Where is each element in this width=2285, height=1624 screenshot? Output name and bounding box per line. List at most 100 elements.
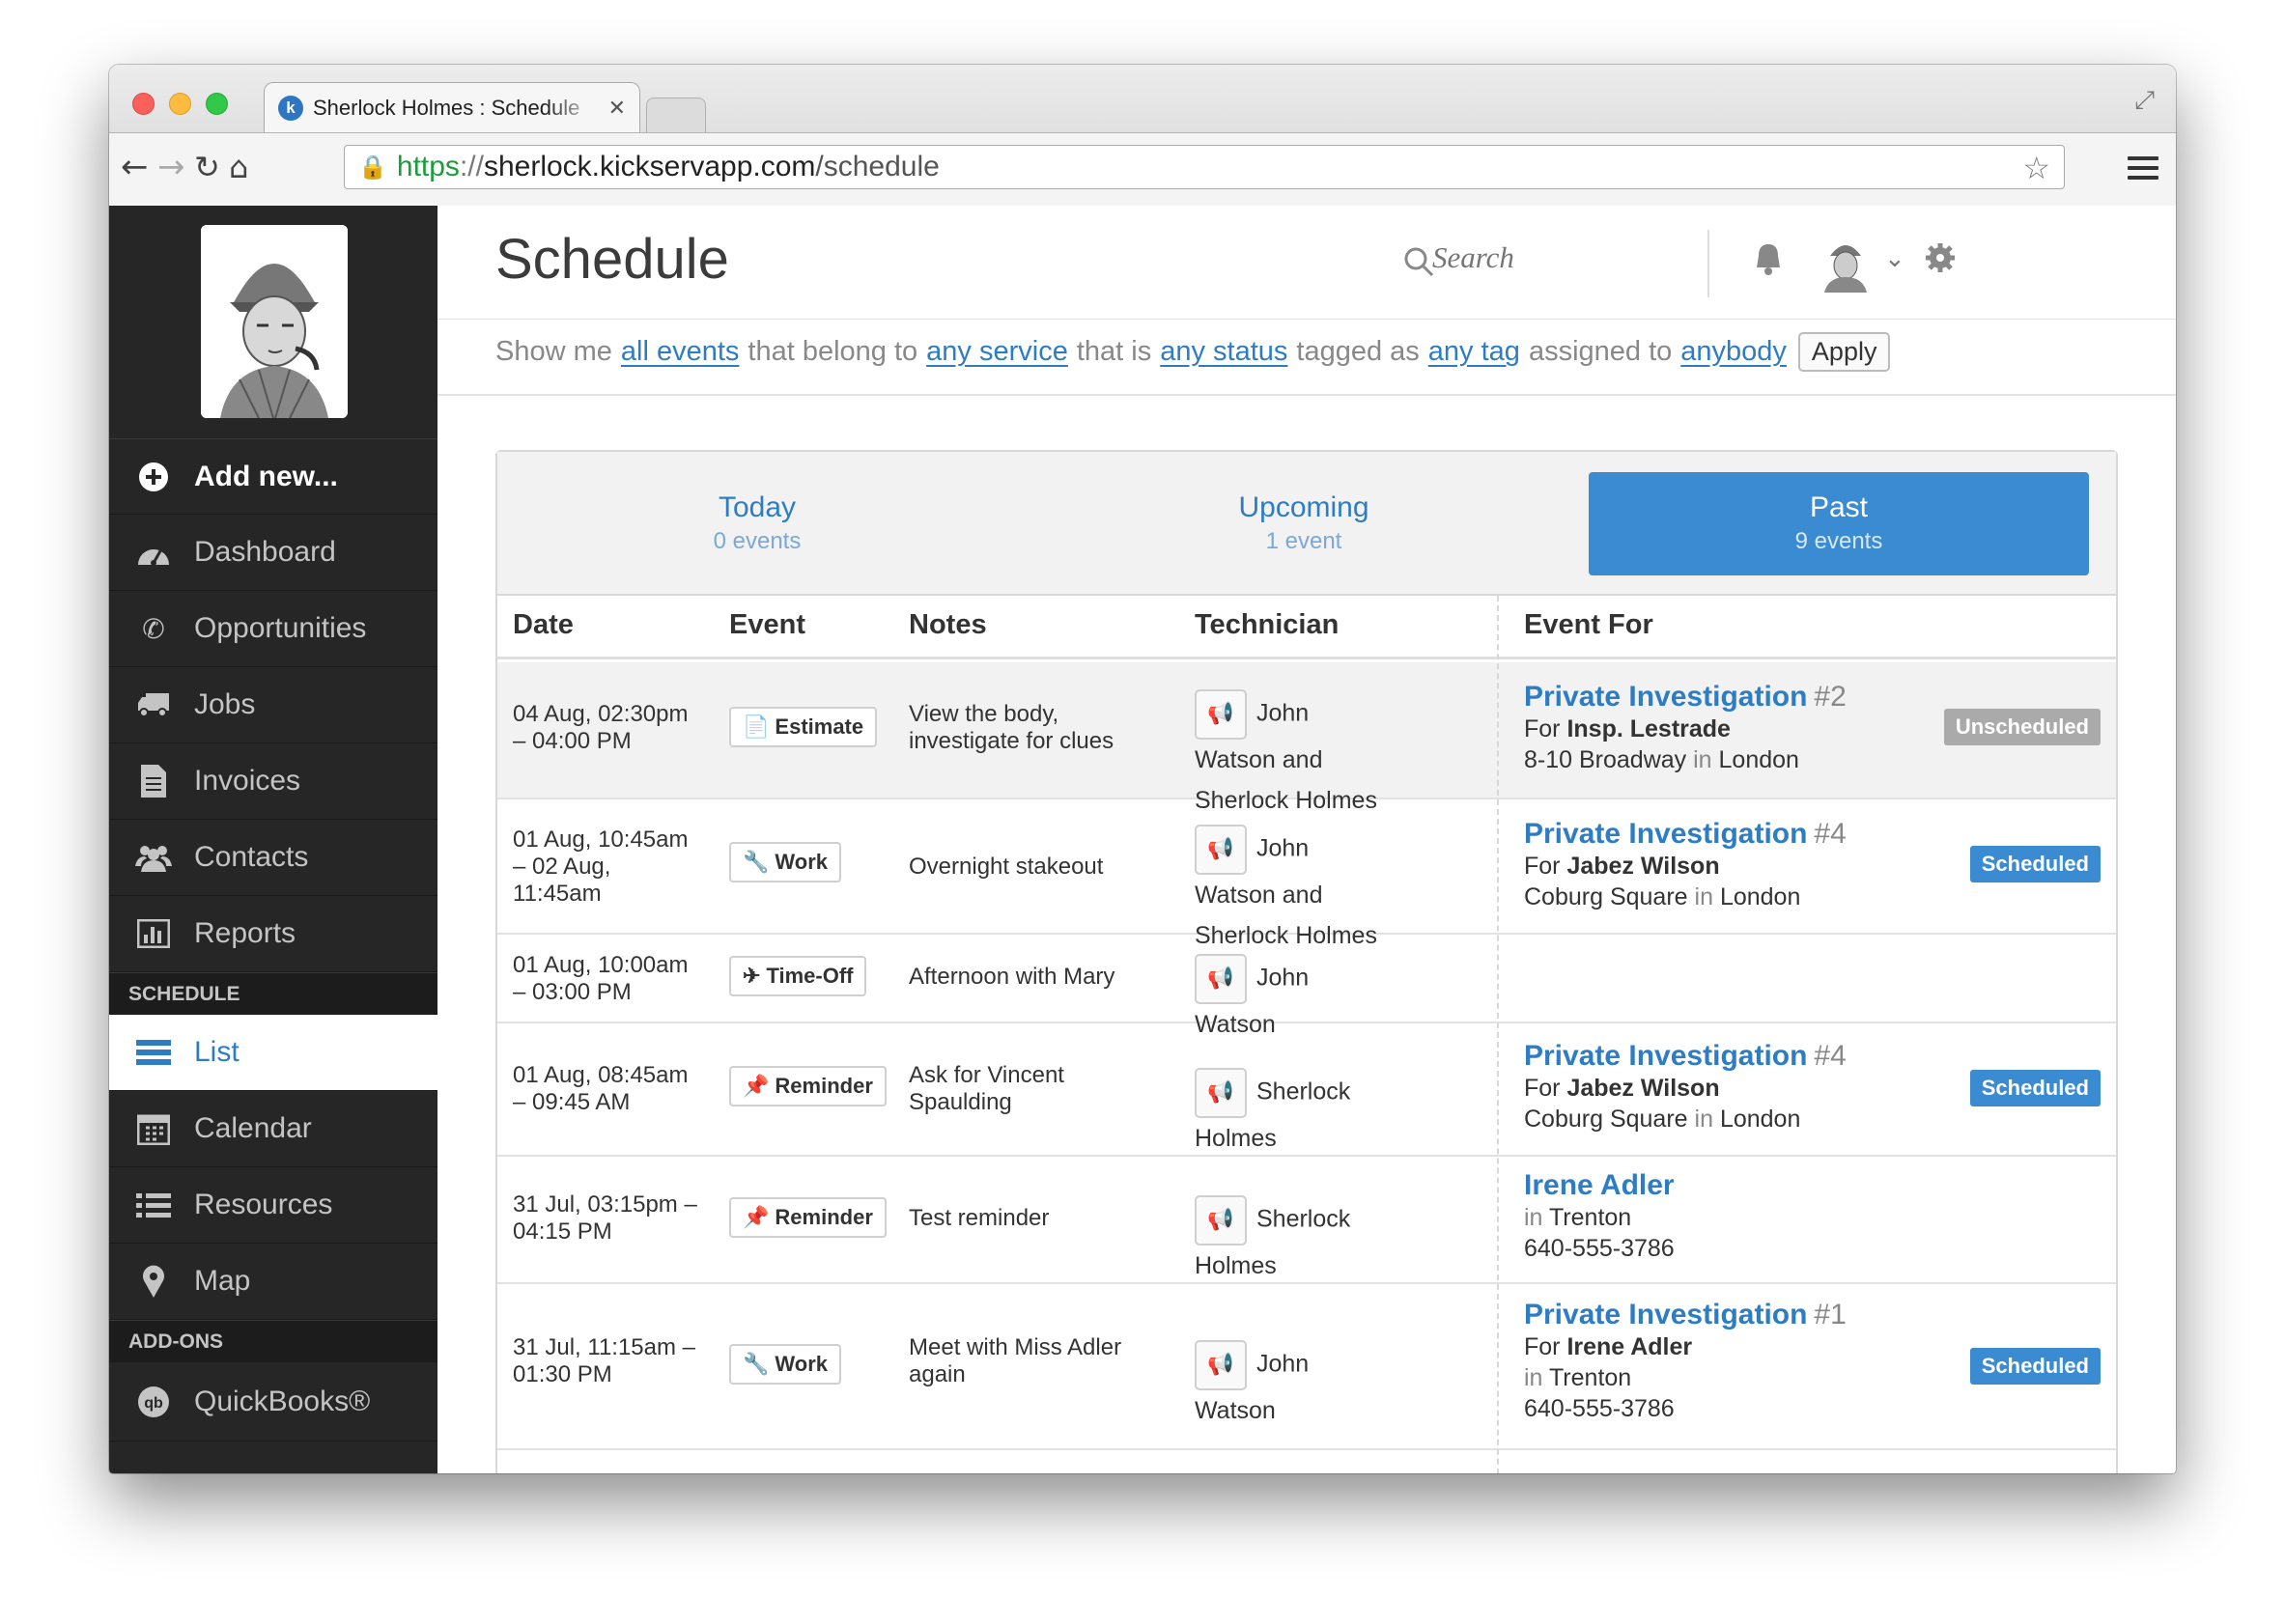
map-pin-icon xyxy=(134,1262,173,1301)
browser-tab[interactable]: k Sherlock Holmes : Schedule ✕ xyxy=(264,82,640,132)
sidebar-item-opportunities[interactable]: ✆ Opportunities xyxy=(109,591,437,667)
forward-arrow-icon[interactable]: → xyxy=(157,143,185,191)
event-type-button[interactable]: ✈ Time-Off xyxy=(729,956,867,996)
divider xyxy=(437,319,2176,320)
filter-events-link[interactable]: all events xyxy=(621,336,740,368)
sidebar: Add new... Dashboard ✆ Opportunities Job… xyxy=(109,206,437,1473)
truck-icon xyxy=(134,686,173,724)
tab-upcoming[interactable]: Upcoming 1 event xyxy=(1054,472,1554,575)
megaphone-icon[interactable]: 📢 xyxy=(1195,1340,1247,1390)
zoom-window-button[interactable] xyxy=(206,93,228,115)
sidebar-item-contacts[interactable]: Contacts xyxy=(109,820,437,896)
back-arrow-icon[interactable]: ← xyxy=(121,143,149,191)
table-row[interactable]: 01 Aug, 10:45am – 02 Aug, 11:45am 🔧 Work Ov… xyxy=(497,799,2116,949)
column-header-event-for[interactable]: Event For xyxy=(1524,609,1653,641)
sidebar-item-reports[interactable]: Reports xyxy=(109,896,437,972)
column-header-event[interactable]: Event xyxy=(729,609,805,641)
new-tab-button[interactable] xyxy=(646,98,706,132)
sidebar-item-jobs[interactable]: Jobs xyxy=(109,667,437,743)
megaphone-icon[interactable]: 📢 xyxy=(1195,1195,1247,1246)
gear-icon[interactable] xyxy=(1925,242,1956,281)
add-new-button[interactable]: Add new... xyxy=(109,438,437,515)
sidebar-item-label: QuickBooks® xyxy=(194,1385,371,1417)
row-notes: investigate for clues xyxy=(909,728,1114,754)
column-header-technician[interactable]: Technician xyxy=(1195,609,1339,641)
tab-past[interactable]: Past 9 events xyxy=(1589,472,2089,575)
people-icon xyxy=(134,838,173,877)
user-avatar[interactable] xyxy=(1819,233,1873,293)
table-row[interactable]: 04 Aug, 02:30pm – 04:00 PM 📄 Estimate View… xyxy=(497,662,2116,814)
row-technician: 📢 Sherlock Holmes xyxy=(1195,1195,1388,1286)
event-for-number: #1 xyxy=(1814,1299,1847,1330)
sidebar-item-list[interactable]: List xyxy=(109,1015,437,1091)
table-row[interactable]: 01 Aug, 10:00am – 03:00 PM ✈ Time-Off Afte… xyxy=(497,935,2116,1038)
company-logo[interactable] xyxy=(201,225,348,418)
row-date: 01 Aug, 10:00am xyxy=(513,952,689,978)
table-row[interactable]: 31 Jul, 03:15pm –04:15 PM 📌 Reminder Test… xyxy=(497,1157,2116,1284)
event-for-link[interactable]: Private Investigation xyxy=(1524,1040,1807,1072)
event-for-link[interactable]: Private Investigation xyxy=(1524,818,1807,850)
row-date: 01:30 PM xyxy=(513,1361,612,1387)
close-window-button[interactable] xyxy=(132,93,155,115)
tab-label: Past xyxy=(1809,491,1869,523)
row-date: 01 Aug, 08:45am xyxy=(513,1062,689,1088)
column-divider xyxy=(1497,596,1499,1473)
event-type-button[interactable]: 📄 Estimate xyxy=(729,707,878,747)
column-header-notes[interactable]: Notes xyxy=(909,609,987,641)
sidebar-item-quickbooks[interactable]: qb QuickBooks® xyxy=(109,1362,437,1442)
filter-service-link[interactable]: any service xyxy=(926,336,1068,368)
customer-name: Insp. Lestrade xyxy=(1566,715,1731,742)
sidebar-item-dashboard[interactable]: Dashboard xyxy=(109,515,437,591)
event-type-label: Work xyxy=(775,1352,829,1376)
megaphone-icon[interactable]: 📢 xyxy=(1195,689,1247,740)
megaphone-icon[interactable]: 📢 xyxy=(1195,1068,1247,1118)
close-tab-icon[interactable]: ✕ xyxy=(608,96,626,121)
apply-button[interactable]: Apply xyxy=(1797,332,1891,372)
filter-assignee-link[interactable]: anybody xyxy=(1680,336,1787,368)
event-type-label: Estimate xyxy=(775,714,864,739)
filter-status-link[interactable]: any status xyxy=(1160,336,1287,368)
megaphone-icon[interactable]: 📢 xyxy=(1195,825,1247,875)
search-input[interactable] xyxy=(1432,240,1548,275)
column-header-date[interactable]: Date xyxy=(513,609,574,641)
fullscreen-icon[interactable]: ⤢ xyxy=(2134,86,2155,116)
event-for-link[interactable]: Private Investigation xyxy=(1524,1299,1807,1330)
browser-chrome: k Sherlock Holmes : Schedule ✕ ⤢ ← → ↻ ⌂… xyxy=(109,65,2176,206)
sidebar-item-resources[interactable]: Resources xyxy=(109,1167,437,1244)
add-new-label: Add new... xyxy=(194,460,338,492)
url-separator: :// xyxy=(459,151,484,182)
sidebar-item-invoices[interactable]: Invoices xyxy=(109,743,437,820)
table-row[interactable]: 31 Jul, 11:15am –01:30 PM 🔧 Work Meet wit… xyxy=(497,1284,2116,1450)
minimize-window-button[interactable] xyxy=(169,93,191,115)
event-for-link[interactable]: Private Investigation xyxy=(1524,681,1807,713)
event-for-prefix: For xyxy=(1524,853,1567,880)
filter-text: assigned to xyxy=(1528,336,1673,367)
home-icon[interactable]: ⌂ xyxy=(229,143,248,191)
event-type-button[interactable]: 🔧 Work xyxy=(729,842,842,882)
browser-menu-icon[interactable] xyxy=(2128,156,2158,185)
in-label: in xyxy=(1694,1106,1713,1133)
table-row[interactable]: 01 Aug, 08:45am – 09:45 AM 📌 Reminder Ask … xyxy=(497,1023,2116,1157)
filter-tag-link[interactable]: any tag xyxy=(1428,336,1520,368)
event-type-button[interactable]: 📌 Reminder xyxy=(729,1197,887,1238)
event-for-number: #4 xyxy=(1814,818,1847,850)
reload-icon[interactable]: ↻ xyxy=(194,143,220,191)
svg-text:qb: qb xyxy=(144,1395,163,1412)
row-notes: Spaulding xyxy=(909,1089,1012,1115)
chevron-down-icon[interactable]: ⌄ xyxy=(1884,244,1905,273)
event-type-label: Reminder xyxy=(775,1205,873,1229)
sidebar-item-map[interactable]: Map xyxy=(109,1244,437,1320)
search-icon[interactable] xyxy=(1403,246,1434,285)
address-bar[interactable]: 🔒 https://sherlock.kickservapp.com/sched… xyxy=(344,145,2065,189)
sidebar-item-label: Calendar xyxy=(194,1112,312,1144)
tab-today[interactable]: Today 0 events xyxy=(507,472,1007,575)
sidebar-item-label: Resources xyxy=(194,1189,333,1220)
event-type-button[interactable]: 📌 Reminder xyxy=(729,1066,887,1106)
url-host: sherlock.kickservapp.com xyxy=(483,151,816,182)
event-type-button[interactable]: 🔧 Work xyxy=(729,1344,842,1385)
bell-icon[interactable] xyxy=(1753,242,1784,283)
sidebar-item-calendar[interactable]: Calendar xyxy=(109,1091,437,1167)
bookmark-star-icon[interactable]: ☆ xyxy=(2022,146,2050,190)
event-for-link[interactable]: Irene Adler xyxy=(1524,1169,1675,1201)
megaphone-icon[interactable]: 📢 xyxy=(1195,954,1247,1004)
